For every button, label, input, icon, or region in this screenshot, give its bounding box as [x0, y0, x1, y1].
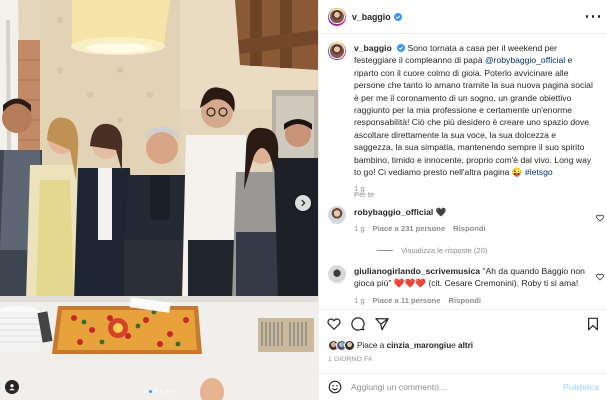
- comment-item: robybaggio_official 🖤 1 g Piace a 231 pe…: [328, 206, 602, 233]
- reply-button[interactable]: Rispondi: [449, 296, 481, 305]
- post-photo[interactable]: [0, 0, 318, 400]
- post-sidebar: v_baggio v_baggio Sono tornata a casa pe…: [318, 0, 607, 400]
- liker-username[interactable]: cinzia_marongiu: [387, 341, 452, 350]
- view-replies-label: Visualizza le risposte (20): [401, 246, 488, 255]
- mention-link[interactable]: @robybaggio_official: [485, 55, 565, 65]
- caption: v_baggio Sono tornata a casa per il week…: [328, 42, 602, 193]
- view-replies-button[interactable]: Visualizza le risposte (20): [377, 246, 487, 255]
- share-icon[interactable]: [375, 317, 389, 331]
- commenter-username[interactable]: robybaggio_official: [354, 207, 433, 217]
- bookmark-icon[interactable]: [586, 317, 600, 331]
- like-comment-button[interactable]: [596, 214, 604, 222]
- likes-others[interactable]: altri: [458, 341, 473, 350]
- caption-avatar[interactable]: [328, 42, 346, 60]
- emoji-icon[interactable]: [328, 380, 342, 394]
- caption-body-2: e riparto con il cuore colmo di gioia. P…: [354, 55, 593, 178]
- comment-meta: 1 g Piace a 231 persone Rispondi: [354, 224, 594, 233]
- comment-likes[interactable]: Piace a 231 persone: [373, 224, 446, 233]
- comment-text: robybaggio_official 🖤: [354, 206, 594, 218]
- commenter-avatar[interactable]: [328, 265, 346, 283]
- post-date[interactable]: 1 GIORNO FA: [328, 356, 373, 363]
- comment-item: giulianogirlando_scrivemusica "Ah da qua…: [328, 265, 602, 305]
- carousel-dot: [165, 390, 169, 393]
- carousel-dot: [154, 390, 158, 393]
- post-actions: [319, 309, 607, 337]
- comment-likes[interactable]: Piace a 11 persone: [373, 296, 441, 305]
- photo-scene: [0, 0, 318, 400]
- likes-prefix: Piace a: [357, 341, 385, 350]
- comment-composer: Pubblica: [319, 373, 607, 400]
- translation-label[interactable]: Per te: [354, 190, 374, 199]
- likes-summary: Piace a cinzia_marongiu e altri: [328, 340, 473, 351]
- comment-body: 🖤: [433, 207, 447, 217]
- comment-text: giulianogirlando_scrivemusica "Ah da qua…: [354, 265, 594, 290]
- comments-area[interactable]: v_baggio Sono tornata a casa per il week…: [319, 34, 607, 309]
- author-avatar[interactable]: [328, 7, 346, 26]
- carousel-dot: [149, 390, 153, 393]
- post-header: v_baggio: [319, 0, 607, 34]
- next-image-button[interactable]: [295, 195, 311, 211]
- reply-button[interactable]: Rispondi: [453, 224, 485, 233]
- likes-middle: e: [451, 341, 456, 350]
- caption-username[interactable]: v_baggio: [354, 43, 392, 53]
- commenter-username[interactable]: giulianogirlando_scrivemusica: [354, 266, 480, 276]
- verified-badge-icon: [397, 44, 406, 52]
- publish-button[interactable]: Pubblica: [563, 382, 599, 392]
- carousel-indicator: [0, 390, 318, 393]
- commenter-avatar[interactable]: [328, 206, 346, 224]
- heart-outline-icon: [596, 273, 604, 281]
- post-dialog: v_baggio v_baggio Sono tornata a casa pe…: [0, 0, 607, 400]
- more-horizontal-icon[interactable]: [586, 13, 600, 21]
- comment-input[interactable]: [351, 382, 551, 392]
- comment-meta: 1 g Piace a 11 persone Rispondi: [354, 296, 594, 305]
- comment-time[interactable]: 1 g: [354, 296, 365, 305]
- hashtag-link[interactable]: #letsgo: [525, 167, 553, 177]
- like-comment-button[interactable]: [596, 273, 604, 281]
- caption-meta: 1 g: [354, 184, 594, 193]
- carousel-dot: [143, 390, 147, 393]
- caption-text: v_baggio Sono tornata a casa per il week…: [354, 42, 594, 178]
- heart-outline-icon: [596, 214, 604, 222]
- comment-time[interactable]: 1 g: [354, 224, 365, 233]
- carousel-dot: [160, 390, 164, 393]
- carousel-dot: [171, 390, 175, 393]
- heart-icon[interactable]: [327, 317, 341, 331]
- chevron-right-icon: [301, 199, 306, 207]
- comment-icon[interactable]: [351, 316, 365, 331]
- verified-badge-icon: [393, 12, 402, 21]
- author-username[interactable]: v_baggio: [352, 12, 391, 22]
- likers-avatars: [328, 340, 355, 351]
